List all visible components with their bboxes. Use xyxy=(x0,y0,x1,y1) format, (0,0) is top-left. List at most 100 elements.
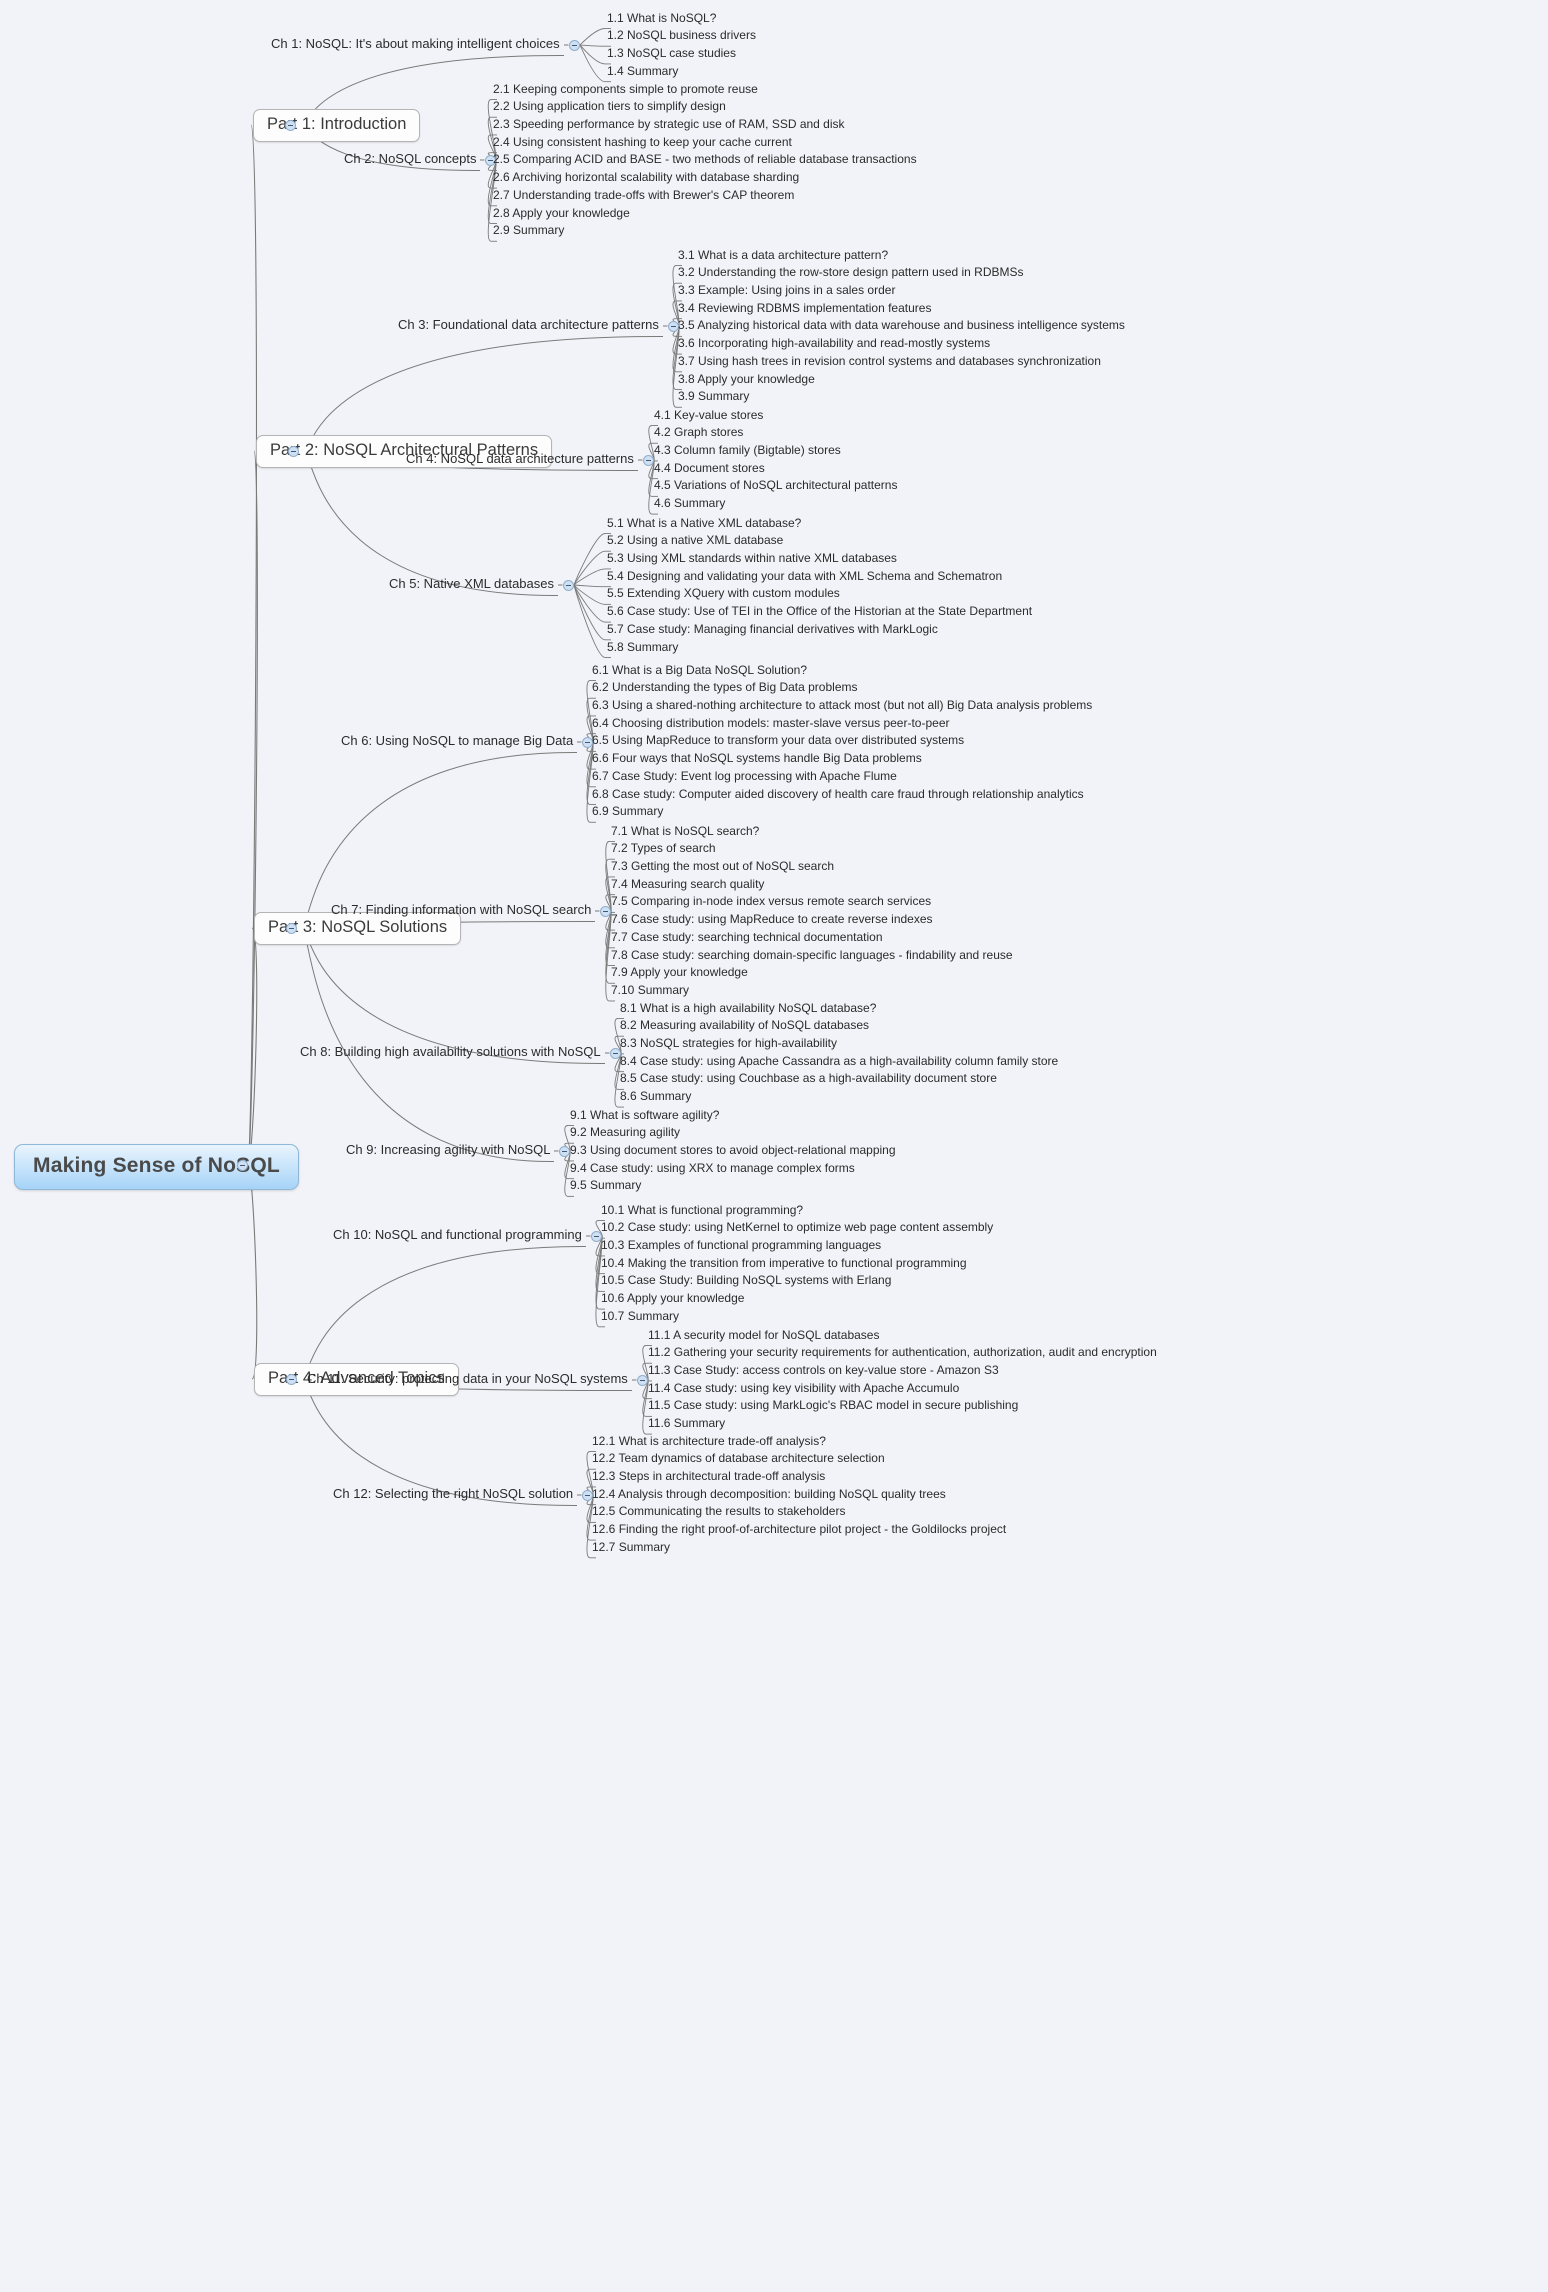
section-node[interactable]: 2.9 Summary xyxy=(490,223,567,239)
section-node[interactable]: 4.4 Document stores xyxy=(651,461,768,477)
section-node[interactable]: 4.2 Graph stores xyxy=(651,425,746,441)
section-node[interactable]: 7.9 Apply your knowledge xyxy=(608,965,751,981)
section-node[interactable]: 12.4 Analysis through decomposition: bui… xyxy=(589,1487,949,1503)
section-node[interactable]: 6.5 Using MapReduce to transform your da… xyxy=(589,733,967,749)
section-node[interactable]: 2.3 Speeding performance by strategic us… xyxy=(490,117,848,133)
chapter-node-ch7[interactable]: Ch 7: Finding information with NoSQL sea… xyxy=(329,902,593,919)
section-node[interactable]: 3.3 Example: Using joins in a sales orde… xyxy=(675,283,898,299)
chapter-collapse-toggle-icon[interactable] xyxy=(562,579,574,591)
root-collapse-toggle-icon[interactable] xyxy=(236,1159,248,1171)
section-node[interactable]: 6.1 What is a Big Data NoSQL Solution? xyxy=(589,663,810,679)
section-node[interactable]: 9.4 Case study: using XRX to manage comp… xyxy=(567,1161,858,1177)
section-node[interactable]: 4.3 Column family (Bigtable) stores xyxy=(651,443,844,459)
chapter-node-ch3[interactable]: Ch 3: Foundational data architecture pat… xyxy=(396,317,661,334)
section-node[interactable]: 7.10 Summary xyxy=(608,983,692,999)
section-node[interactable]: 6.7 Case Study: Event log processing wit… xyxy=(589,769,900,785)
section-node[interactable]: 9.3 Using document stores to avoid objec… xyxy=(567,1143,899,1159)
part-node-1[interactable]: Part 1: Introduction xyxy=(253,109,421,142)
section-node[interactable]: 7.2 Types of search xyxy=(608,841,719,857)
chapter-node-ch11[interactable]: Ch 11: Security: protecting data in your… xyxy=(305,1371,630,1388)
section-node[interactable]: 7.3 Getting the most out of NoSQL search xyxy=(608,859,837,875)
section-node[interactable]: 5.2 Using a native XML database xyxy=(604,533,786,549)
section-node[interactable]: 7.1 What is NoSQL search? xyxy=(608,824,762,840)
section-node[interactable]: 2.4 Using consistent hashing to keep you… xyxy=(490,135,795,151)
section-node[interactable]: 1.2 NoSQL business drivers xyxy=(604,28,759,44)
section-node[interactable]: 4.1 Key-value stores xyxy=(651,408,766,424)
section-node[interactable]: 10.7 Summary xyxy=(598,1309,682,1325)
section-node[interactable]: 5.3 Using XML standards within native XM… xyxy=(604,551,900,567)
section-node[interactable]: 3.1 What is a data architecture pattern? xyxy=(675,248,891,264)
section-node[interactable]: 11.6 Summary xyxy=(645,1416,728,1432)
section-node[interactable]: 4.5 Variations of NoSQL architectural pa… xyxy=(651,478,900,494)
part-collapse-toggle-icon[interactable] xyxy=(285,922,297,934)
chapter-node-ch10[interactable]: Ch 10: NoSQL and functional programming xyxy=(331,1227,584,1244)
section-node[interactable]: 3.5 Analyzing historical data with data … xyxy=(675,318,1128,334)
section-node[interactable]: 9.1 What is software agility? xyxy=(567,1108,722,1124)
chapter-node-ch1[interactable]: Ch 1: NoSQL: It's about making intellige… xyxy=(269,36,562,53)
section-node[interactable]: 10.2 Case study: using NetKernel to opti… xyxy=(598,1220,996,1236)
chapter-node-ch5[interactable]: Ch 5: Native XML databases xyxy=(387,576,556,593)
section-node[interactable]: 1.4 Summary xyxy=(604,64,681,80)
section-node[interactable]: 12.3 Steps in architectural trade-off an… xyxy=(589,1469,828,1485)
section-node[interactable]: 2.6 Archiving horizontal scalability wit… xyxy=(490,170,802,186)
section-node[interactable]: 3.8 Apply your knowledge xyxy=(675,372,818,388)
section-node[interactable]: 8.1 What is a high availability NoSQL da… xyxy=(617,1001,879,1017)
section-node[interactable]: 8.3 NoSQL strategies for high-availabili… xyxy=(617,1036,840,1052)
section-node[interactable]: 6.9 Summary xyxy=(589,804,666,820)
section-node[interactable]: 6.4 Choosing distribution models: master… xyxy=(589,716,953,732)
section-node[interactable]: 6.3 Using a shared-nothing architecture … xyxy=(589,698,1095,714)
section-node[interactable]: 12.5 Communicating the results to stakeh… xyxy=(589,1504,848,1520)
section-node[interactable]: 5.7 Case study: Managing financial deriv… xyxy=(604,622,941,638)
chapter-node-ch8[interactable]: Ch 8: Building high availability solutio… xyxy=(298,1044,603,1061)
section-node[interactable]: 10.6 Apply your knowledge xyxy=(598,1291,747,1307)
section-node[interactable]: 7.7 Case study: searching technical docu… xyxy=(608,930,886,946)
section-node[interactable]: 5.4 Designing and validating your data w… xyxy=(604,569,1005,585)
section-node[interactable]: 8.2 Measuring availability of NoSQL data… xyxy=(617,1018,872,1034)
section-node[interactable]: 11.1 A security model for NoSQL database… xyxy=(645,1328,882,1344)
section-node[interactable]: 6.8 Case study: Computer aided discovery… xyxy=(589,787,1087,803)
section-node[interactable]: 4.6 Summary xyxy=(651,496,728,512)
section-node[interactable]: 12.7 Summary xyxy=(589,1540,673,1556)
section-node[interactable]: 5.6 Case study: Use of TEI in the Office… xyxy=(604,604,1035,620)
section-node[interactable]: 3.9 Summary xyxy=(675,389,752,405)
section-node[interactable]: 10.1 What is functional programming? xyxy=(598,1203,806,1219)
section-node[interactable]: 10.4 Making the transition from imperati… xyxy=(598,1256,970,1272)
section-node[interactable]: 7.4 Measuring search quality xyxy=(608,877,767,893)
section-node[interactable]: 11.5 Case study: using MarkLogic's RBAC … xyxy=(645,1398,1021,1414)
chapter-node-ch9[interactable]: Ch 9: Increasing agility with NoSQL xyxy=(344,1142,552,1159)
section-node[interactable]: 3.4 Reviewing RDBMS implementation featu… xyxy=(675,301,934,317)
section-node[interactable]: 2.7 Understanding trade-offs with Brewer… xyxy=(490,188,797,204)
section-node[interactable]: 5.5 Extending XQuery with custom modules xyxy=(604,586,843,602)
section-node[interactable]: 7.5 Comparing in-node index versus remot… xyxy=(608,894,934,910)
section-node[interactable]: 6.2 Understanding the types of Big Data … xyxy=(589,680,861,696)
section-node[interactable]: 9.5 Summary xyxy=(567,1178,644,1194)
part-collapse-toggle-icon[interactable] xyxy=(287,445,299,457)
root-node[interactable]: Making Sense of NoSQL xyxy=(14,1144,299,1190)
section-node[interactable]: 10.5 Case Study: Building NoSQL systems … xyxy=(598,1273,894,1289)
section-node[interactable]: 3.7 Using hash trees in revision control… xyxy=(675,354,1104,370)
section-node[interactable]: 5.8 Summary xyxy=(604,640,681,656)
section-node[interactable]: 12.1 What is architecture trade-off anal… xyxy=(589,1434,829,1450)
section-node[interactable]: 2.2 Using application tiers to simplify … xyxy=(490,99,729,115)
section-node[interactable]: 6.6 Four ways that NoSQL systems handle … xyxy=(589,751,925,767)
section-node[interactable]: 11.2 Gathering your security requirement… xyxy=(645,1345,1160,1361)
chapter-node-ch4[interactable]: Ch 4: NoSQL data architecture patterns xyxy=(404,451,636,468)
section-node[interactable]: 1.1 What is NoSQL? xyxy=(604,11,719,27)
section-node[interactable]: 2.8 Apply your knowledge xyxy=(490,206,633,222)
section-node[interactable]: 7.6 Case study: using MapReduce to creat… xyxy=(608,912,936,928)
section-node[interactable]: 8.6 Summary xyxy=(617,1089,694,1105)
section-node[interactable]: 12.2 Team dynamics of database architect… xyxy=(589,1451,888,1467)
section-node[interactable]: 9.2 Measuring agility xyxy=(567,1125,683,1141)
section-node[interactable]: 5.1 What is a Native XML database? xyxy=(604,516,804,532)
section-node[interactable]: 8.4 Case study: using Apache Cassandra a… xyxy=(617,1054,1061,1070)
section-node[interactable]: 11.3 Case Study: access controls on key-… xyxy=(645,1363,1002,1379)
section-node[interactable]: 3.2 Understanding the row-store design p… xyxy=(675,265,1027,281)
section-node[interactable]: 3.6 Incorporating high-availability and … xyxy=(675,336,993,352)
section-node[interactable]: 1.3 NoSQL case studies xyxy=(604,46,739,62)
section-node[interactable]: 7.8 Case study: searching domain-specifi… xyxy=(608,948,1016,964)
chapter-node-ch2[interactable]: Ch 2: NoSQL concepts xyxy=(342,151,478,168)
section-node[interactable]: 2.1 Keeping components simple to promote… xyxy=(490,82,761,98)
section-node[interactable]: 12.6 Finding the right proof-of-architec… xyxy=(589,1522,1009,1538)
chapter-node-ch12[interactable]: Ch 12: Selecting the right NoSQL solutio… xyxy=(331,1486,575,1503)
part-collapse-toggle-icon[interactable] xyxy=(285,1373,297,1385)
